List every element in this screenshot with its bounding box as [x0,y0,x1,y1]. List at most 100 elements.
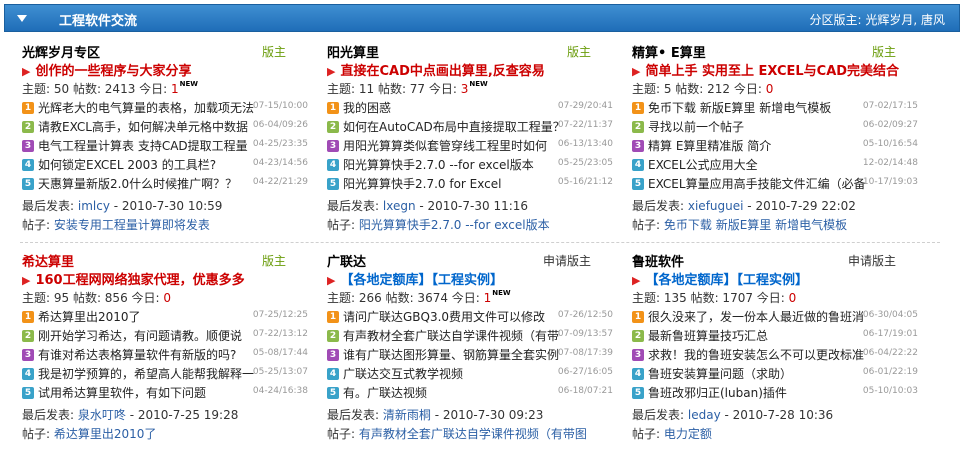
last-post-user[interactable]: imlcy [78,199,110,213]
post-label: 帖子: [327,218,356,232]
collapse-toggle-icon[interactable] [15,11,29,25]
last-post-info: 最后发表: xiefuguei - 2010-7-29 22:02 [632,197,856,214]
thread-title-link[interactable]: 寻找以前一个帖子 [648,118,884,135]
thread-title-link[interactable]: 我的困惑 [343,99,579,116]
thread-title-link[interactable]: 广联达交互式教学视频 [343,365,579,382]
last-post-label: 最后发表: [632,199,685,213]
thread-number-icon: 5 [632,178,644,190]
moderator-link[interactable]: 版主 [262,252,286,269]
thread-title-link[interactable]: 请问广联达GBQ3.0费用文件可以修改 [343,308,579,325]
thread-title-link[interactable]: 试用希达算里软件，有如下问题 [38,384,274,401]
thread-date: 12-02/14:48 [862,158,918,168]
thread-title-link[interactable]: 如何在AutoCAD布局中直接提取工程量？ [343,118,579,135]
thread-title-link[interactable]: 天惠算量新版2.0什么时候推广啊？？ [38,175,274,192]
forum-name[interactable]: 希达算里 [22,251,74,270]
forum-name[interactable]: 精算• E算里 [632,42,706,61]
thread-title-link[interactable]: 光辉老大的电气算量的表格，加载项无法 [38,99,274,116]
thread-date: 07-22/11:37 [557,120,613,130]
forum-name[interactable]: 阳光算里 [327,42,379,61]
thread-title-link[interactable]: 鲁班改邪归正(luban)插件 [648,384,884,401]
forum-stats: 主题: 266 帖数: 3674 今日: 1NEW [327,289,511,306]
thread-date: 10-17/19:03 [862,177,918,187]
thread-number-icon: 3 [632,140,644,152]
last-post-user[interactable]: lxegn [383,199,416,213]
moderators-link[interactable]: 光辉岁月, 唐风 [865,13,945,27]
thread-number-icon: 5 [22,387,34,399]
thread-title-link[interactable]: 谁有广联达图形算量、钢筋算量全套实例 [343,346,579,363]
promo-text: 简单上手 实用至上 EXCEL与CAD完美结合 [645,64,900,79]
forum-card: 精算• E算里 版主 ▶ 简单上手 实用至上 EXCEL与CAD完美结合 主题: 5 帖… [632,42,932,247]
thread-date: 06-02/09:27 [862,120,918,130]
last-post-link[interactable]: 免币下载 新版E算里 新增电气模板 [664,218,847,232]
row-divider [20,242,940,243]
forum-name[interactable]: 光辉岁月专区 [22,42,100,61]
thread-title-link[interactable]: 有。广联达视频 [343,384,579,401]
thread-date: 06-04/09:26 [252,120,308,130]
section-moderators: 分区版主: 光辉岁月, 唐风 [809,11,945,28]
moderator-link[interactable]: 申请版主 [543,252,591,269]
thread-number-icon: 4 [22,368,34,380]
promo-link[interactable]: ▶ 简单上手 实用至上 EXCEL与CAD完美结合 [632,60,899,79]
thread-title-link[interactable]: 用阳光算算类似套管穿线工程里时如何 [343,137,579,154]
thread-item: 2 刚开始学习希达，有问题请教。顺便说 07-22/13:12 [22,327,322,347]
forum-stats: 主题: 11 帖数: 77 今日: 3NEW [327,80,488,97]
thread-item: 2 有声教材全套广联达自学课件视频（有带 07-09/13:57 [327,327,627,347]
thread-title-link[interactable]: 鲁班安装算量问题（求助） [648,365,884,382]
thread-title-link[interactable]: 阳光算算快手2.7.0 for Excel [343,175,579,192]
moderator-link[interactable]: 版主 [872,43,896,60]
promo-link[interactable]: ▶ 【各地定额库】【工程实例】 [327,269,503,288]
thread-number-icon: 1 [632,102,644,114]
promo-text: 【各地定额库】【工程实例】 [645,273,808,288]
arrow-icon: ▶ [22,65,31,78]
thread-title-link[interactable]: 电气工程量计算表 支持CAD提取工程量 [38,137,274,154]
thread-title-link[interactable]: EXCEL公式应用大全 [648,156,884,173]
thread-title-link[interactable]: 我是初学预算的，希望高人能帮我解释一 [38,365,274,382]
last-post-thread: 帖子: 希达算里出2010了 [22,425,318,442]
last-post-time: - 2010-7-30 09:23 [434,408,544,422]
last-post-time: - 2010-7-30 10:59 [113,199,223,213]
last-post-time: - 2010-7-30 11:16 [419,199,529,213]
thread-title-link[interactable]: 有声教材全套广联达自学课件视频（有带 [343,327,579,344]
promo-link[interactable]: ▶ 【各地定额库】【工程实例】 [632,269,808,288]
promo-link[interactable]: ▶ 直接在CAD中点画出算里,反查容易 [327,60,545,79]
thread-date: 07-29/20:41 [557,101,613,111]
last-post-info: 最后发表: 泉水叮咚 - 2010-7-25 19:28 [22,406,238,423]
moderator-link[interactable]: 版主 [262,43,286,60]
thread-date: 06-13/13:40 [557,139,613,149]
last-post-link[interactable]: 安装专用工程量计算即将发表 [54,218,210,232]
thread-title-link[interactable]: 阳光算算快手2.7.0 --for excel版本 [343,156,579,173]
thread-number-icon: 3 [22,349,34,361]
forum-stats: 主题: 50 帖数: 2413 今日: 1NEW [22,80,198,97]
last-post-link[interactable]: 希达算里出2010了 [54,427,157,441]
forum-stats: 主题: 95 帖数: 856 今日: 0 [22,289,171,306]
forum-name[interactable]: 鲁班软件 [632,251,684,270]
thread-title-link[interactable]: 最新鲁班算量技巧汇总 [648,327,884,344]
moderator-link[interactable]: 申请版主 [848,252,896,269]
last-post-user[interactable]: 清新雨桐 [383,408,431,422]
last-post-user[interactable]: 泉水叮咚 [78,408,126,422]
thread-title-link[interactable]: 有谁对希达表格算量软件有新版的吗? [38,346,274,363]
last-post-user[interactable]: xiefuguei [688,199,744,213]
promo-link[interactable]: ▶ 创作的一些程序与大家分享 [22,60,191,79]
thread-title-link[interactable]: 求救！我的鲁班安装怎么不可以更改标准 [648,346,884,363]
thread-title-link[interactable]: 如何锁定EXCEL 2003 的工具栏? [38,156,274,173]
last-post-link[interactable]: 电力定额 [664,427,712,441]
thread-title-link[interactable]: 精算 E算里精准版 简介 [648,137,884,154]
last-post-link[interactable]: 有声教材全套广联达自学课件视频（有带图 [359,427,587,441]
thread-number-icon: 2 [632,330,644,342]
thread-title-link[interactable]: EXCEL算量应用高手技能文件汇编（必备 [648,175,884,192]
moderator-link[interactable]: 版主 [567,43,591,60]
thread-title-link[interactable]: 刚开始学习希达，有问题请教。顺便说 [38,327,274,344]
promo-text: 创作的一些程序与大家分享 [35,64,192,79]
last-post-link[interactable]: 阳光算算快手2.7.0 --for excel版本 [359,218,550,232]
promo-link[interactable]: ▶ 160工程网网络独家代理，优惠多多 [22,269,245,288]
thread-title-link[interactable]: 请教EXCL高手，如何解决单元格中数据 [38,118,274,135]
thread-date: 04-25/23:35 [252,139,308,149]
today-count: 0 [765,82,774,96]
thread-title-link[interactable]: 希达算里出2010了 [38,308,274,325]
thread-title-link[interactable]: 免币下载 新版E算里 新增电气模板 [648,99,884,116]
thread-title-link[interactable]: 很久没来了，发一份本人最近做的鲁班消 [648,308,884,325]
last-post-user[interactable]: leday [688,408,721,422]
forum-name[interactable]: 广联达 [327,251,366,270]
thread-number-icon: 5 [632,387,644,399]
